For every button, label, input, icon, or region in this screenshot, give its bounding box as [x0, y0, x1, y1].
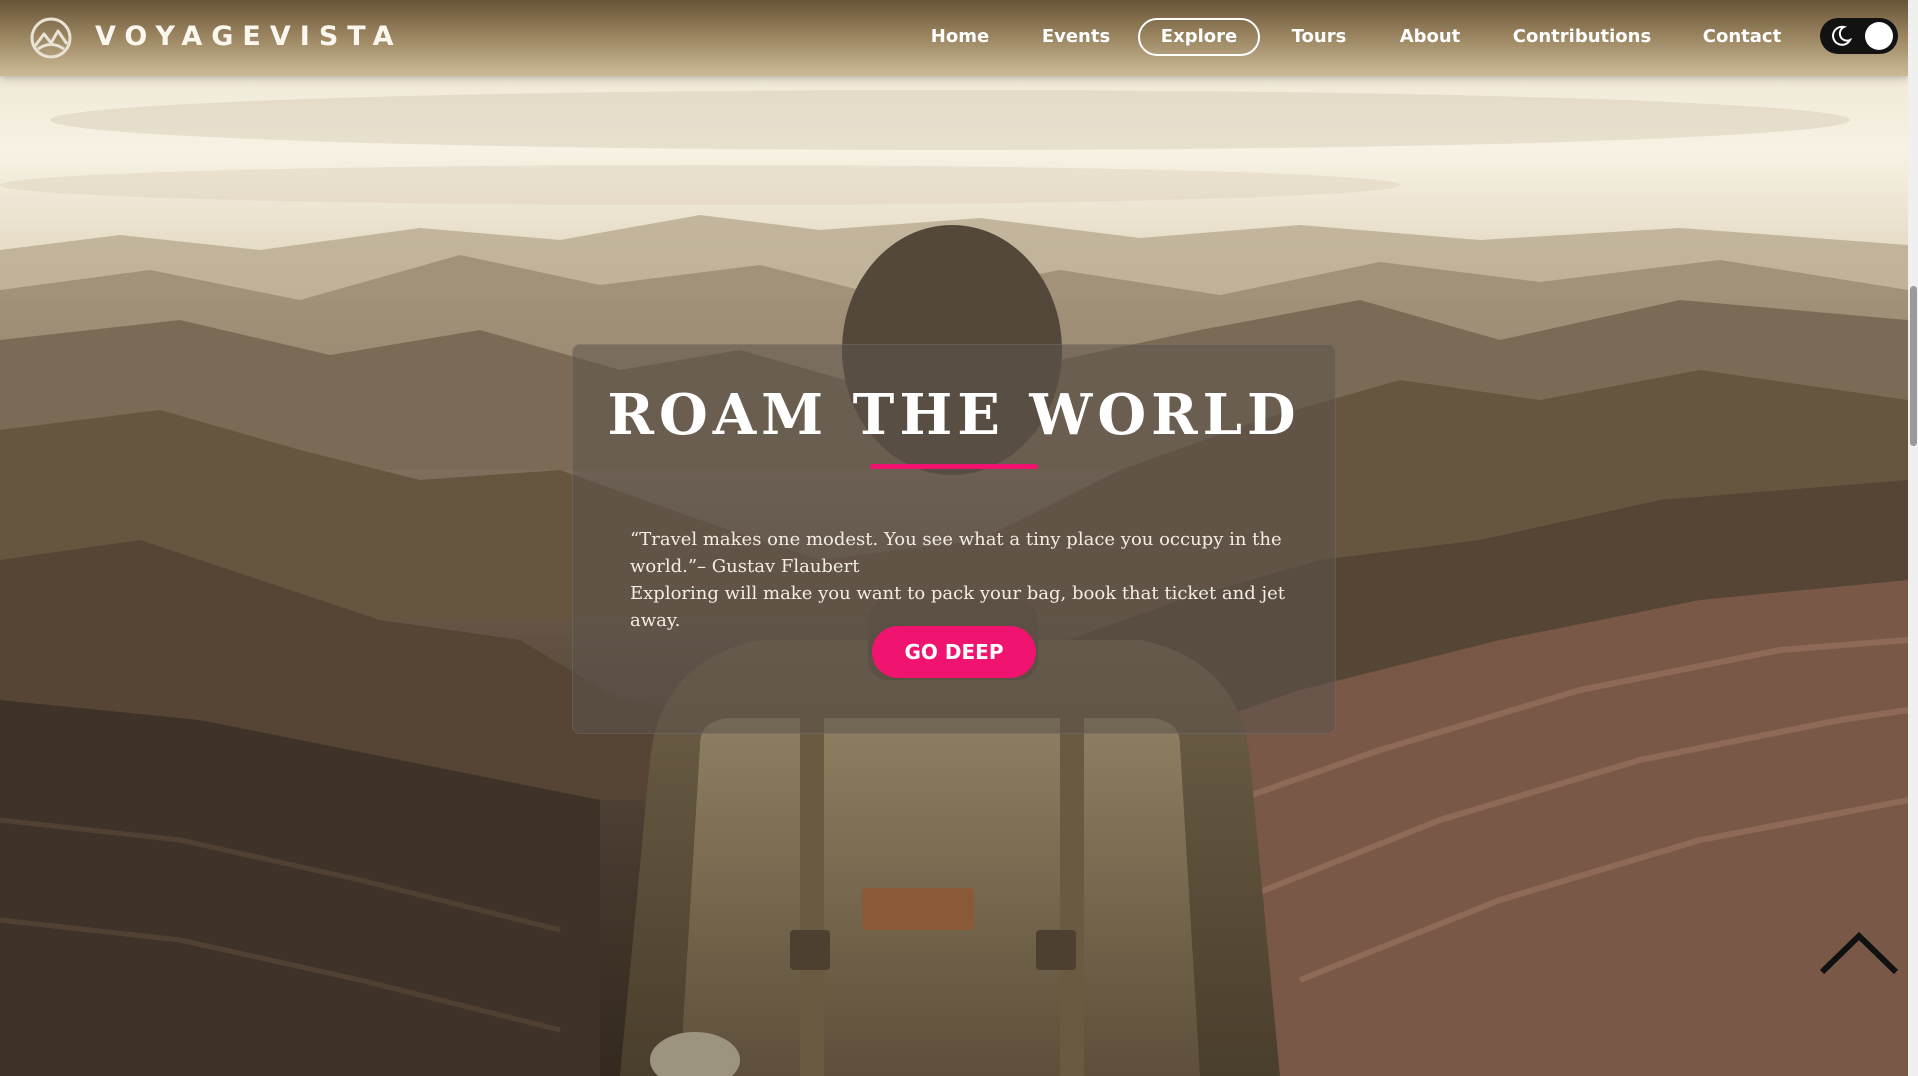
toggle-knob — [1865, 22, 1893, 50]
hero-card: ROAM THE WORLD “Travel makes one modest.… — [572, 344, 1336, 734]
nav-explore[interactable]: Explore — [1138, 18, 1260, 56]
brand-name[interactable]: VOYAGEVISTA — [95, 20, 403, 54]
go-deep-button[interactable]: GO DEEP — [872, 626, 1036, 678]
quote-text: “Travel makes one modest. You see what a… — [630, 529, 1282, 577]
theme-toggle[interactable] — [1820, 18, 1898, 54]
hero-section: ROAM THE WORLD “Travel makes one modest.… — [0, 0, 1908, 1076]
nav-home[interactable]: Home — [922, 18, 998, 56]
nav-about[interactable]: About — [1395, 18, 1465, 56]
chevron-up-icon[interactable] — [1818, 930, 1900, 980]
moon-icon — [1832, 25, 1852, 46]
nav-contributions[interactable]: Contributions — [1508, 18, 1656, 56]
mountain-logo-icon[interactable] — [29, 16, 73, 60]
title-underline — [870, 464, 1038, 469]
nav-contact[interactable]: Contact — [1697, 18, 1787, 56]
top-navbar: VOYAGEVISTA Home Events Explore Tours Ab… — [0, 0, 1908, 76]
scrollbar-track[interactable] — [1908, 0, 1918, 1076]
hero-title: ROAM THE WORLD — [607, 382, 1301, 448]
scrollbar-thumb[interactable] — [1910, 286, 1917, 446]
hero-quote: “Travel makes one modest. You see what a… — [630, 526, 1290, 634]
nav-events[interactable]: Events — [1034, 18, 1118, 56]
nav-tours[interactable]: Tours — [1286, 18, 1352, 56]
